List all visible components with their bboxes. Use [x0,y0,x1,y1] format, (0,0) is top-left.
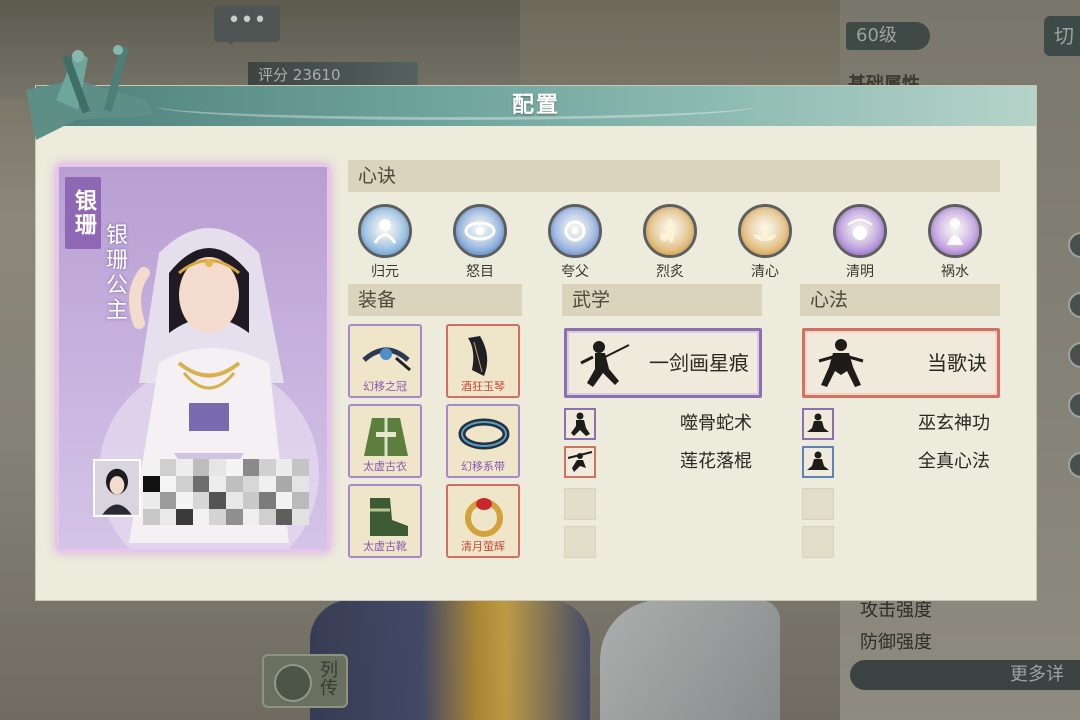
equipment-slot-2[interactable]: 酒狂玉琴 [446,324,520,398]
stance-icon [818,339,864,387]
blue-spirit-icon [358,204,412,258]
martial-sub-name-2: 莲花落棍 [680,451,752,472]
section-header-martial: 武学 [562,284,762,316]
chat-bubble-button[interactable]: ••• [214,6,280,45]
equipment-slot-5[interactable]: 太虚古靴 [348,484,422,558]
martial-sub-name-1: 噬骨蛇术 [680,413,752,434]
score-label: 评分 [258,66,289,84]
biography-icon [274,664,312,702]
belt-icon [458,418,510,450]
staff-icon [564,446,596,478]
orb-icon [548,204,602,258]
modal-title: 配置 [511,93,560,118]
mind-empty-slot[interactable] [802,526,834,558]
configuration-modal: 配置 银珊 银珊公主 心诀 归元 怒目 夸父 烈炙 清心 清明 祸水 装备 幻移… [26,45,1036,600]
flame-spirit-icon [643,204,697,258]
biography-label: 列传 [317,660,338,696]
section-header-xinjue: 心诀 [348,160,1000,192]
background-character-figure [310,600,590,720]
meditate-icon [802,446,834,478]
mind-sub-slot-1[interactable]: 巫玄神功 [802,408,1000,440]
robe-icon [364,418,408,456]
character-banner: 银珊 [65,177,101,249]
xinjue-skill-label: 怒目 [466,264,494,280]
player-avatar [93,459,141,517]
xinjue-skill-1[interactable]: 归元 [350,204,420,281]
section-header-mind: 心法 [800,284,1000,316]
xinjue-skill-label: 归元 [371,264,399,280]
mind-main-slot[interactable]: 当歌诀 [802,328,1000,398]
xinjue-skill-7[interactable]: 祸水 [920,204,990,281]
martial-sub-slot-2[interactable]: 莲花落棍 [564,446,762,478]
xinjue-skill-label: 烈炙 [656,264,684,280]
biography-button[interactable]: 列传 [262,654,348,708]
redacted-player-name [143,459,309,525]
boots-icon [370,498,408,536]
equipment-slot-6[interactable]: 清月萤辉 [446,484,520,558]
xinjue-skill-6[interactable]: 清明 [825,204,895,281]
equipment-label: 太虚古靴 [363,540,407,553]
score-bar: 评分 23610 [248,62,418,88]
player-avatar-icon [95,461,139,515]
equipment-label: 幻移之冠 [363,380,407,393]
martial-empty-slot[interactable] [564,488,596,520]
mind-sub-name-2: 全真心法 [918,451,990,472]
character-name: 银珊公主 [102,223,127,323]
mind-sub-name-1: 巫玄神功 [918,413,990,434]
equipment-slot-4[interactable]: 幻移系带 [446,404,520,478]
xinjue-skill-4[interactable]: 烈炙 [635,204,705,281]
equipment-label: 清月萤辉 [461,540,505,553]
xinjue-skill-label: 清明 [846,264,874,280]
crown-icon [362,347,411,372]
character-card: 银珊 银珊公主 [56,164,330,552]
level-badge: 60级 [846,22,930,50]
ring-icon [465,498,503,537]
xinjue-skill-label: 祸水 [941,264,969,280]
mind-empty-slot[interactable] [802,488,834,520]
background-character-robe [600,600,780,720]
equipment-label: 太虚古衣 [363,460,407,473]
equipment-slot-1[interactable]: 幻移之冠 [348,324,422,398]
equipment-label: 酒狂玉琴 [461,380,505,393]
martial-sub-slot-1[interactable]: 噬骨蛇术 [564,408,762,440]
xinjue-skill-5[interactable]: 清心 [730,204,800,281]
meditate-icon [802,408,834,440]
mind-sub-slot-2[interactable]: 全真心法 [802,446,1000,478]
sword-ornament-icon [26,45,156,140]
stat-defense-strength: 防御强度 [860,632,932,653]
martial-empty-slot[interactable] [564,526,596,558]
xinjue-skill-label: 清心 [751,264,779,280]
chat-icon: ••• [227,8,267,33]
xinjue-skill-label: 夸父 [561,264,589,280]
more-details-button[interactable]: 更多详 [850,660,1080,690]
eye-icon [453,204,507,258]
section-header-equipment: 装备 [348,284,522,316]
score-value: 23610 [292,66,341,84]
switch-button[interactable]: 切 [1044,16,1080,56]
equipment-label: 幻移系带 [461,460,505,473]
pearl-icon [833,204,887,258]
maiden-icon [928,204,982,258]
martial-main-name: 一剑画星痕 [649,351,749,375]
snake-fist-icon [564,408,596,440]
martial-main-slot[interactable]: 一剑画星痕 [564,328,762,398]
mind-main-name: 当歌诀 [927,351,987,375]
xinjue-skill-3[interactable]: 夸父 [540,204,610,281]
equipment-slot-3[interactable]: 太虚古衣 [348,404,422,478]
swordsman-icon [580,341,630,387]
guqin-icon [468,336,488,376]
lotus-icon [738,204,792,258]
xinjue-skill-2[interactable]: 怒目 [445,204,515,281]
